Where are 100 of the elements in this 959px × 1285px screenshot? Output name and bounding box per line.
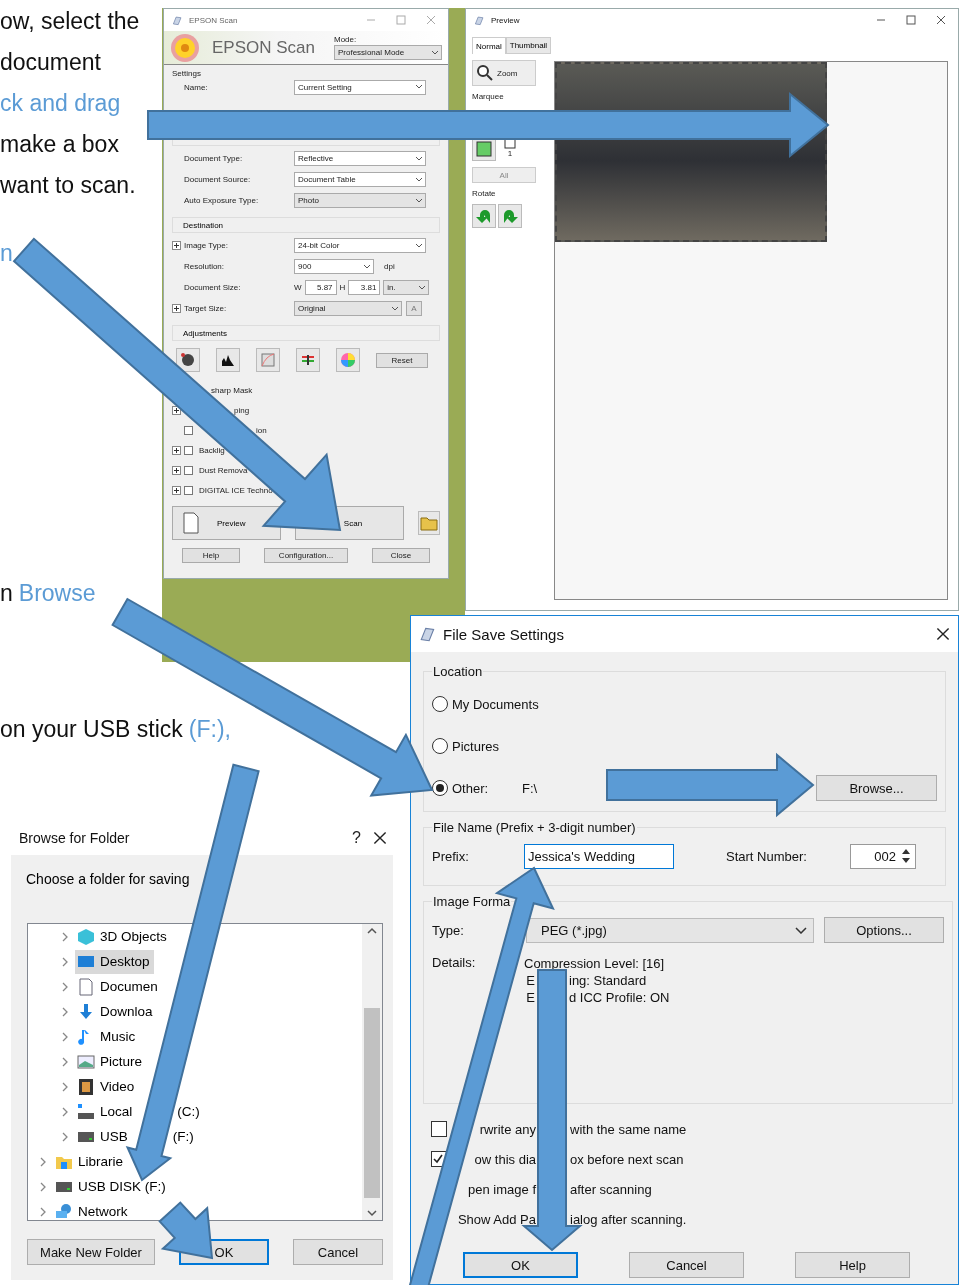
reset-button[interactable]: Reset: [376, 352, 428, 368]
number-spinner[interactable]: 002: [850, 843, 916, 869]
mode-dropdown[interactable]: Professional Mode: [334, 45, 442, 60]
preview-button[interactable]: Preview: [172, 506, 281, 540]
dropdown-caret-icon: [416, 198, 422, 203]
folder-settings-button[interactable]: [417, 511, 440, 535]
folder-tree-item[interactable]: Librarie: [53, 1149, 128, 1174]
field-label: Target Size:: [184, 304, 228, 313]
dropdown-field[interactable]: Current Setting: [294, 79, 426, 95]
folder-tree-item[interactable]: Picture: [75, 1049, 147, 1074]
footer-button[interactable]: Close: [372, 548, 430, 563]
footer-button[interactable]: Configuration...: [264, 548, 348, 563]
expand-chevron-icon[interactable]: [61, 1031, 69, 1042]
checkbox[interactable]: [184, 425, 193, 435]
adjustment-tool-button[interactable]: [176, 348, 200, 372]
expand-chevron-icon[interactable]: [61, 981, 69, 992]
folder-tree-item[interactable]: USB DISK (F:): [53, 1174, 170, 1199]
folder-tree-item[interactable]: USB (F:): [75, 1124, 198, 1149]
field-label: Image Type:: [184, 241, 229, 250]
radio-button[interactable]: [432, 780, 448, 796]
expand-chevron-icon[interactable]: [61, 1081, 69, 1092]
checkbox[interactable]: [184, 485, 193, 495]
expand-chevron-icon[interactable]: [61, 931, 69, 942]
unit-label: dpi: [384, 262, 395, 271]
text-orientation-button[interactable]: A: [406, 301, 422, 316]
footer-button[interactable]: Help: [182, 548, 240, 563]
folder-path: F:\: [522, 780, 538, 796]
close-icon[interactable]: [936, 627, 950, 641]
options-button[interactable]: Options...: [824, 917, 944, 943]
dropdown-field[interactable]: Reflective: [294, 151, 426, 166]
expand-icon[interactable]: [172, 485, 181, 495]
expand-chevron-icon[interactable]: [61, 1006, 69, 1017]
adjustment-tool-button[interactable]: [296, 348, 320, 372]
instruction-text: make a box: [0, 131, 119, 158]
section-header: Destination: [172, 217, 440, 233]
dropdown-field[interactable]: 900: [294, 259, 374, 274]
expand-icon[interactable]: [172, 465, 181, 475]
expand-chevron-icon[interactable]: [61, 1106, 69, 1117]
close-icon[interactable]: [936, 15, 946, 25]
radio-button[interactable]: [432, 696, 448, 712]
expand-chevron-icon[interactable]: [61, 1056, 69, 1067]
adjustment-tool-button[interactable]: [216, 348, 240, 372]
mode-label: Mode:: [334, 35, 358, 44]
field-label: Details:: [432, 955, 477, 972]
dropdown-field[interactable]: Document Table: [294, 172, 426, 187]
close-icon[interactable]: [373, 831, 387, 845]
rotate-button[interactable]: [472, 204, 496, 228]
checkbox[interactable]: [184, 445, 193, 455]
checkbox[interactable]: [184, 465, 193, 475]
zoom-button[interactable]: Zoom: [472, 60, 536, 86]
width-field[interactable]: 5.87: [304, 280, 337, 295]
instruction-text: on your USB stick: [0, 716, 183, 743]
view-tab[interactable]: Thumbnail: [505, 37, 552, 54]
field-label: Resolution:: [184, 262, 226, 271]
scanner-icon: [172, 14, 183, 26]
folder-tree-item[interactable]: Music: [75, 1024, 140, 1049]
checkbox[interactable]: [431, 1121, 447, 1137]
radio-button[interactable]: [432, 738, 448, 754]
scrollbar[interactable]: [362, 924, 382, 1220]
expand-chevron-icon[interactable]: [61, 1131, 69, 1142]
dropdown-caret-icon: [364, 264, 370, 269]
expand-chevron-icon[interactable]: [39, 1156, 47, 1167]
prefix-field[interactable]: Jessica's Wedding: [524, 843, 674, 869]
expand-chevron-icon[interactable]: [39, 1206, 47, 1217]
color-wheel-icon: [340, 352, 356, 368]
scroll-thumb[interactable]: [364, 1008, 380, 1198]
expand-chevron-icon[interactable]: [61, 956, 69, 967]
scanner-icon: [474, 14, 485, 26]
folder-tree-item[interactable]: 3D Objects: [75, 924, 171, 949]
expand-icon[interactable]: [172, 304, 181, 313]
dropdown-field[interactable]: Original: [294, 301, 402, 316]
folder-tree-item[interactable]: Desktop: [75, 949, 154, 974]
curve-icon: [260, 352, 276, 368]
folder-tree-item[interactable]: Downloa: [75, 999, 157, 1024]
folder-tree-item[interactable]: Documen: [75, 974, 162, 999]
help-button[interactable]: ?: [346, 829, 367, 847]
maximize-icon[interactable]: [906, 15, 916, 25]
instruction-text: n: [0, 580, 13, 607]
expand-icon[interactable]: [172, 445, 181, 455]
view-tab[interactable]: Normal: [472, 37, 506, 54]
dialog-button[interactable]: Help: [795, 1252, 910, 1278]
folder-tree-item[interactable]: Local (C:): [75, 1099, 204, 1124]
dialog-button[interactable]: Cancel: [293, 1239, 383, 1265]
browse-button[interactable]: Browse...: [816, 775, 937, 801]
folder-tree-item[interactable]: Network: [53, 1199, 132, 1220]
folder-tree-item[interactable]: Video: [75, 1074, 139, 1099]
option-label: Dust Remova: [199, 465, 248, 475]
height-field[interactable]: 3.81: [348, 280, 381, 295]
dialog-button[interactable]: Make New Folder: [27, 1239, 155, 1265]
video-icon: [77, 1077, 95, 1096]
unit-dropdown[interactable]: in.: [383, 280, 430, 295]
format-dropdown[interactable]: PEG (*.jpg): [526, 917, 814, 943]
rotate-button[interactable]: [498, 204, 522, 228]
dialog-button[interactable]: OK: [463, 1252, 578, 1278]
expand-chevron-icon[interactable]: [39, 1181, 47, 1192]
dropdown-caret-icon: [432, 50, 438, 55]
dialog-button[interactable]: Cancel: [629, 1252, 744, 1278]
option-label: with the same name: [570, 1121, 687, 1137]
dropdown-field[interactable]: 24-bit Color: [294, 238, 426, 253]
expand-icon[interactable]: [172, 241, 181, 250]
